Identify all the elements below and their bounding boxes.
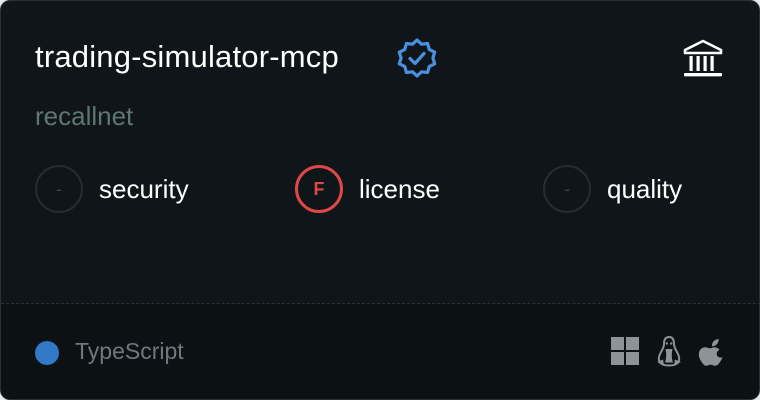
quality-score: - quality <box>543 165 682 213</box>
language-label: TypeScript <box>75 338 184 364</box>
linux-icon <box>657 335 681 367</box>
windows-icon <box>611 337 639 365</box>
license-label: license <box>359 173 440 204</box>
apple-icon <box>698 339 723 366</box>
security-grade-badge: - <box>35 165 83 213</box>
security-label: security <box>99 173 189 204</box>
license-score: F license <box>295 165 440 213</box>
security-score: - security <box>35 165 189 213</box>
server-card[interactable]: trading-simulator-mcp recallnet - securi… <box>0 0 760 400</box>
quality-label: quality <box>607 173 683 204</box>
server-title[interactable]: trading-simulator-mcp <box>35 39 339 75</box>
owner-name[interactable]: recallnet <box>35 101 133 132</box>
quality-grade-badge: - <box>543 165 591 213</box>
language-color-dot <box>35 341 59 365</box>
bank-building-icon <box>683 39 723 77</box>
license-grade-badge: F <box>295 165 343 213</box>
verified-badge-icon <box>397 38 437 78</box>
